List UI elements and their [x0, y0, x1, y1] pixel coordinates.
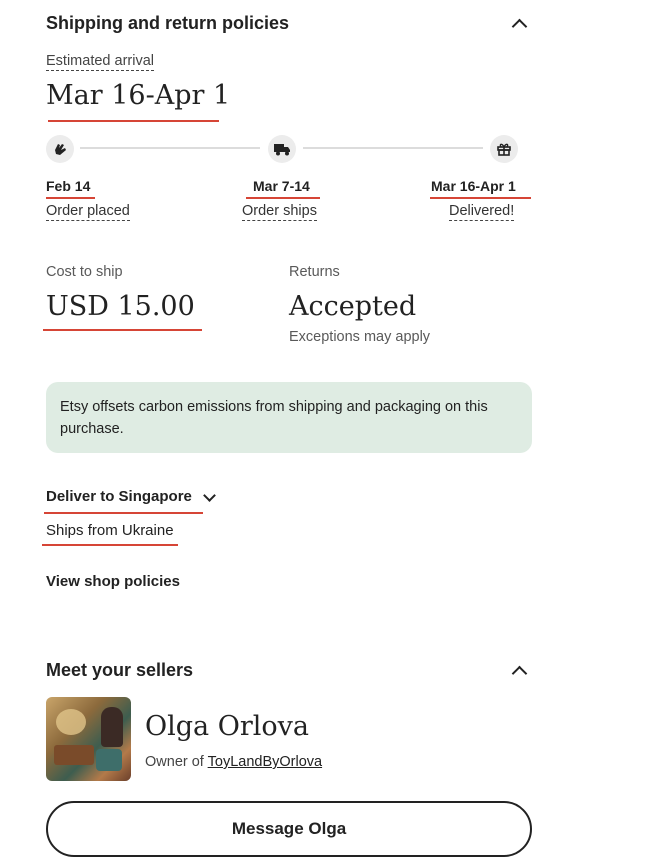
returns-label: Returns [289, 264, 340, 280]
hand-icon [46, 135, 74, 163]
annotation-underline [48, 120, 219, 122]
gift-icon [490, 135, 518, 163]
carbon-offset-notice: Etsy offsets carbon emissions from shipp… [46, 382, 532, 453]
seller-name: Olga Orlova [145, 711, 310, 742]
seller-avatar[interactable] [46, 697, 131, 781]
sellers-section-title: Meet your sellers [46, 660, 194, 680]
returns-note: Exceptions may apply [289, 329, 431, 345]
returns-value: Accepted [289, 291, 417, 322]
estimated-arrival-label[interactable]: Estimated arrival [46, 53, 154, 71]
annotation-underline [44, 512, 203, 514]
ships-from-text: Ships from Ukraine [46, 522, 174, 539]
annotation-underline [46, 197, 95, 199]
annotation-underline [430, 197, 531, 199]
step-date-ships: Mar 7-14 [253, 178, 310, 194]
step-date-delivered: Mar 16-Apr 1 [431, 178, 516, 194]
owner-prefix: Owner of [145, 754, 204, 770]
annotation-underline [246, 197, 320, 199]
progress-track [303, 147, 483, 149]
deliver-to-label: Deliver to Singapore [46, 488, 192, 505]
chevron-up-icon[interactable] [511, 665, 528, 682]
progress-track [80, 147, 260, 149]
estimated-arrival-value: Mar 16-Apr 1 [46, 80, 231, 111]
shop-name-link[interactable]: ToyLandByOrlova [208, 754, 322, 770]
chevron-up-icon[interactable] [511, 18, 528, 35]
message-seller-button[interactable]: Message Olga [46, 801, 532, 857]
step-label-delivered[interactable]: Delivered! [449, 203, 515, 221]
chevron-down-icon[interactable] [203, 489, 216, 502]
annotation-underline [43, 329, 202, 331]
step-label-ships[interactable]: Order ships [242, 203, 317, 221]
step-label-ordered[interactable]: Order placed [46, 203, 130, 221]
seller-owner-line: Owner of ToyLandByOrlova [145, 754, 322, 770]
annotation-underline [42, 544, 178, 546]
shipping-section-title: Shipping and return policies [46, 13, 290, 33]
carbon-offset-text: Etsy offsets carbon emissions from shipp… [60, 399, 488, 437]
cost-to-ship-value: USD 15.00 [46, 291, 195, 322]
truck-icon [268, 135, 296, 163]
message-seller-label: Message Olga [231, 819, 347, 838]
view-shop-policies-link[interactable]: View shop policies [46, 573, 180, 590]
deliver-to-button[interactable]: Deliver to Singapore [46, 488, 192, 505]
step-date-ordered: Feb 14 [46, 178, 91, 194]
cost-to-ship-label: Cost to ship [46, 264, 123, 280]
